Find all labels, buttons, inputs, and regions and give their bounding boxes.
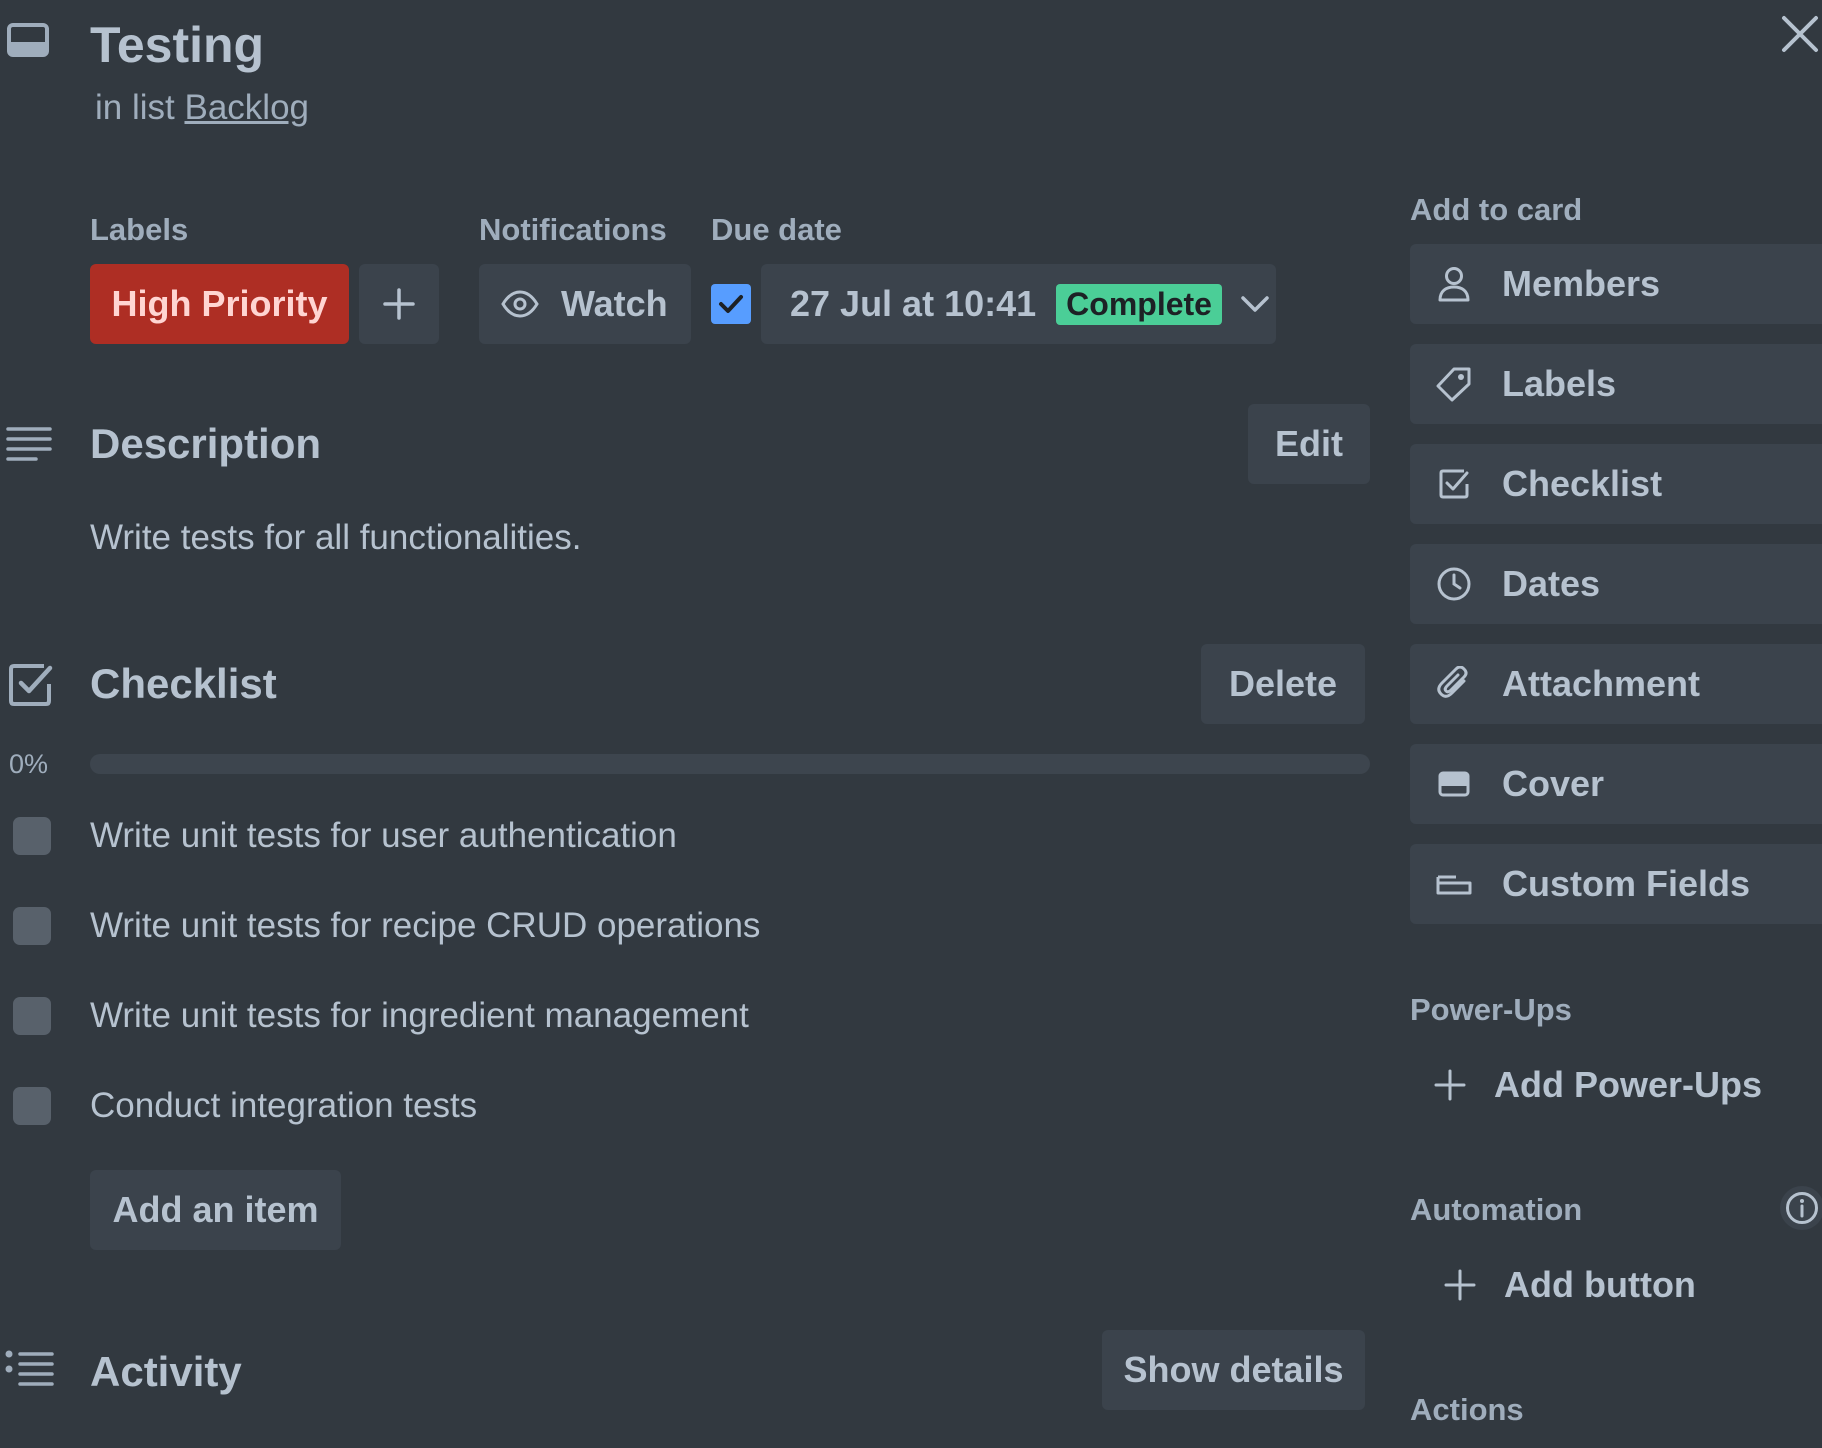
labels-label: Labels (1502, 363, 1617, 404)
members-button[interactable]: Members (1410, 244, 1822, 324)
label-text: High Priority (111, 283, 328, 324)
checklist-progress-bar (90, 754, 1370, 774)
custom-fields-label: Custom Fields (1502, 863, 1751, 904)
checklist-item-checkbox[interactable] (13, 1087, 51, 1125)
show-details-label: Show details (1123, 1349, 1344, 1390)
notifications-heading: Notifications (479, 212, 667, 247)
activity-heading: Activity (90, 1348, 242, 1395)
labels-button[interactable]: Labels (1410, 344, 1822, 424)
add-label-button[interactable] (359, 264, 439, 344)
automation-heading: Automation (1410, 1192, 1583, 1227)
checklist-item-checkbox[interactable] (13, 817, 51, 855)
due-date-button[interactable]: 27 Jul at 10:41 Complete (761, 264, 1276, 344)
checklist-item-text[interactable]: Write unit tests for user authentication (90, 816, 677, 856)
due-date-heading: Due date (711, 212, 842, 247)
description-heading: Description (90, 420, 322, 467)
add-button-label: Add button (1504, 1264, 1696, 1305)
due-date-value: 27 Jul at 10:41 (790, 283, 1037, 324)
description-text[interactable]: Write tests for all functionalities. (90, 518, 582, 558)
labels-heading: Labels (90, 212, 189, 247)
close-icon[interactable] (1780, 14, 1820, 54)
checklist-icon (8, 662, 54, 708)
delete-label: Delete (1228, 663, 1338, 704)
checklist-item[interactable]: Conduct integration tests (0, 1076, 1380, 1136)
clock-icon (1434, 564, 1474, 604)
due-date-checkbox[interactable] (711, 284, 751, 324)
cover-label: Cover (1502, 763, 1605, 804)
add-to-card-heading: Add to card (1410, 192, 1583, 227)
custom-fields-icon (1434, 864, 1474, 904)
plus-icon (1444, 1269, 1476, 1301)
checklist-item-text[interactable]: Write unit tests for recipe CRUD operati… (90, 906, 760, 946)
dates-button[interactable]: Dates (1410, 544, 1822, 624)
attachment-button[interactable]: Attachment (1410, 644, 1822, 724)
cover-button[interactable]: Cover (1410, 744, 1822, 824)
edit-label: Edit (1275, 423, 1343, 464)
watch-label: Watch (561, 283, 668, 324)
power-ups-heading: Power-Ups (1410, 992, 1572, 1027)
checklist-item[interactable]: Write unit tests for recipe CRUD operati… (0, 896, 1380, 956)
checklist-item[interactable]: Write unit tests for ingredient manageme… (0, 986, 1380, 1046)
checklist-icon (1434, 464, 1474, 504)
list-link[interactable]: Backlog (184, 88, 309, 127)
edit-description-button[interactable]: Edit (1248, 404, 1370, 484)
custom-fields-button[interactable]: Custom Fields (1410, 844, 1822, 924)
checklist-label: Checklist (1502, 463, 1663, 504)
add-power-ups-label: Add Power-Ups (1494, 1064, 1763, 1105)
paperclip-icon (1434, 664, 1474, 704)
tag-icon (1434, 364, 1474, 404)
add-item-label: Add an item (112, 1189, 319, 1230)
watch-button[interactable]: Watch (479, 264, 691, 344)
list-prefix: in list (95, 88, 175, 127)
label-high-priority[interactable]: High Priority (90, 264, 349, 344)
members-label: Members (1502, 263, 1661, 304)
card-title[interactable]: Testing (90, 16, 264, 74)
list-info: in list Backlog (95, 88, 309, 128)
checklist-progress-text: 0% (9, 749, 49, 779)
check-icon (719, 295, 743, 313)
description-icon (6, 426, 52, 464)
info-icon[interactable] (1780, 1186, 1822, 1230)
show-details-button[interactable]: Show details (1102, 1330, 1365, 1410)
add-power-ups-button[interactable]: Add Power-Ups (1410, 1050, 1822, 1120)
person-icon (1434, 264, 1474, 304)
checklist-item-checkbox[interactable] (13, 907, 51, 945)
checklist-button[interactable]: Checklist (1410, 444, 1822, 524)
due-status-badge: Complete (1056, 283, 1222, 325)
add-automation-button[interactable]: Add button (1420, 1250, 1822, 1320)
delete-checklist-button[interactable]: Delete (1201, 644, 1365, 724)
checklist-item-text[interactable]: Write unit tests for ingredient manageme… (90, 996, 749, 1036)
checklist-item-text[interactable]: Conduct integration tests (90, 1086, 477, 1126)
attachment-label: Attachment (1502, 663, 1701, 704)
plus-icon (1434, 1069, 1466, 1101)
eye-icon (501, 290, 539, 318)
card-icon (6, 22, 50, 60)
dates-label: Dates (1502, 563, 1601, 604)
plus-icon (383, 288, 415, 320)
add-checklist-item-button[interactable]: Add an item (90, 1170, 341, 1250)
checklist-item[interactable]: Write unit tests for user authentication (0, 806, 1380, 866)
checklist-item-checkbox[interactable] (13, 997, 51, 1035)
checklist-heading[interactable]: Checklist (90, 660, 277, 708)
activity-icon (4, 1350, 54, 1388)
cover-icon (1434, 764, 1474, 804)
actions-heading: Actions (1410, 1392, 1524, 1427)
chevron-down-icon (1240, 294, 1270, 314)
